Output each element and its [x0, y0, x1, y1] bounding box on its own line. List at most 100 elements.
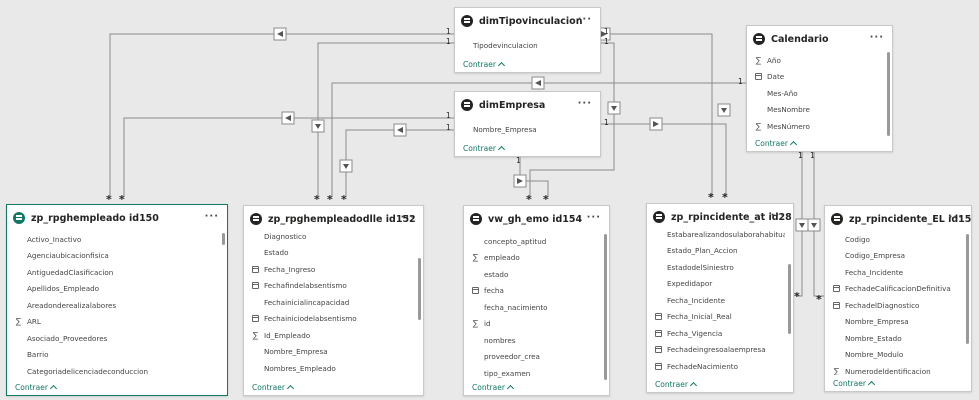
- collapse-button[interactable]: Contraer: [833, 379, 875, 389]
- field-row[interactable]: Mes-Año: [747, 85, 884, 102]
- more-options-icon[interactable]: ···: [578, 14, 592, 25]
- field-row[interactable]: FechadelDiagnostico: [825, 297, 963, 314]
- field-row[interactable]: Diagnostico: [244, 228, 415, 245]
- field-row[interactable]: Fecha_Vigencia: [647, 325, 785, 342]
- field-row[interactable]: Expedidapor: [647, 276, 785, 293]
- field-row[interactable]: Fecha_Incidente: [825, 264, 963, 281]
- table-card-incidente-at[interactable]: zp_rpincidente_at id28 ··· Estabarealiza…: [646, 203, 794, 393]
- field-row[interactable]: FechadeNacimiento: [647, 358, 785, 375]
- collapse-button[interactable]: Contraer: [655, 380, 697, 390]
- field-row[interactable]: Nombre_Modulo: [825, 347, 963, 364]
- scrollbar[interactable]: [788, 264, 791, 334]
- field-row[interactable]: Estabarealizandosulaborahabitual: [647, 226, 785, 243]
- field-row[interactable]: Fecha_Inicial_Real: [647, 309, 785, 326]
- collapse-button[interactable]: Contraer: [463, 144, 505, 154]
- field-row[interactable]: Codigo_Empresa: [825, 248, 963, 265]
- field-row[interactable]: AntiguedadClasificacion: [7, 264, 219, 281]
- field-row[interactable]: nombres: [464, 332, 601, 349]
- table-icon: [470, 213, 482, 225]
- field-row[interactable]: Barrio: [7, 347, 219, 364]
- field-row[interactable]: Codigo: [825, 231, 963, 248]
- field-row[interactable]: Activo_Inactivo: [7, 231, 219, 248]
- table-card-emo[interactable]: vw_gh_emo id154 ··· concepto_aptitud ∑ em…: [463, 205, 610, 396]
- field-row[interactable]: Nombre_Empresa: [244, 344, 415, 361]
- field-row[interactable]: proveedor_crea: [464, 349, 601, 366]
- table-header[interactable]: zp_rpghempleado id150: [7, 205, 227, 231]
- sum-icon: ∑: [472, 253, 479, 263]
- table-card-calendario[interactable]: Calendario ··· ∑ Año Date Mes-Año MesNomb…: [746, 25, 893, 152]
- scrollbar[interactable]: [966, 234, 969, 344]
- calendar-icon: [832, 284, 841, 293]
- field-row[interactable]: Nombre_Empresa: [455, 121, 600, 138]
- field-row[interactable]: ∑ id: [464, 316, 601, 333]
- table-card-empleado[interactable]: zp_rpghempleado id150 ··· Activo_Inactiv…: [6, 204, 228, 396]
- field-row[interactable]: Apellidos_Empleado: [7, 281, 219, 298]
- field-row[interactable]: ∑ ARL: [7, 314, 219, 331]
- table-title: zp_rpghempleado id150: [31, 212, 159, 224]
- field-row[interactable]: Nombre_Empresa: [825, 314, 963, 331]
- field-row[interactable]: Fechafindelabsentismo: [244, 278, 415, 295]
- field-row[interactable]: Fecha_Incidente: [647, 292, 785, 309]
- field-row[interactable]: concepto_aptitud: [464, 233, 601, 250]
- more-options-icon[interactable]: ···: [587, 212, 601, 223]
- field-row[interactable]: Fechainicialincapacidad: [244, 294, 415, 311]
- cardinality-one: 1: [810, 151, 815, 160]
- table-card-dimempresa[interactable]: dimEmpresa ··· Nombre_Empresa Contraer: [454, 91, 601, 157]
- field-row[interactable]: ∑ empleado: [464, 250, 601, 267]
- field-row[interactable]: EstadodelSiniestro: [647, 259, 785, 276]
- model-canvas[interactable]: 1 1 1 1 1 1 1 1 1 1 1 * * * * * * * * * …: [0, 0, 979, 400]
- cardinality-one: 1: [604, 37, 609, 46]
- more-options-icon[interactable]: ···: [401, 212, 415, 223]
- scrollbar[interactable]: [887, 52, 890, 136]
- field-row[interactable]: fecha: [464, 283, 601, 300]
- field-row[interactable]: Estado: [244, 245, 415, 262]
- calendar-icon: [654, 362, 663, 371]
- chevron-up-icon: [49, 384, 57, 393]
- field-row[interactable]: tipo_examen: [464, 365, 601, 379]
- field-row[interactable]: Date: [747, 69, 884, 86]
- field-row[interactable]: Nombres_Empleado: [244, 360, 415, 377]
- collapse-button[interactable]: Contraer: [463, 60, 505, 70]
- field-list: concepto_aptitud ∑ empleado estado fecha …: [464, 233, 601, 379]
- field-row[interactable]: Tipodevinculacion: [455, 37, 600, 54]
- field-row[interactable]: ∑ MesNúmero: [747, 118, 884, 131]
- table-card-dimtipovinculacion[interactable]: dimTipovinculacion ··· Tipodevinculacion…: [454, 7, 601, 73]
- collapse-button[interactable]: Contraer: [252, 383, 294, 393]
- field-list: Codigo Codigo_Empresa Fecha_Incidente Fe…: [825, 231, 963, 375]
- cardinality-one: 1: [446, 27, 451, 36]
- field-row[interactable]: fecha_nacimiento: [464, 299, 601, 316]
- scrollbar[interactable]: [604, 234, 607, 380]
- field-row[interactable]: FechadeCalificacionDefinitiva: [825, 281, 963, 298]
- field-row[interactable]: ∑ Id_Empleado: [244, 327, 415, 344]
- field-row[interactable]: Categoriadelicenciadeconduccion: [7, 363, 219, 379]
- field-row[interactable]: ∑ Numerodeldentificacion: [825, 363, 963, 375]
- calendar-icon: [654, 329, 663, 338]
- cardinality-one: 1: [738, 77, 743, 86]
- field-row[interactable]: Estado_Plan_Accion: [647, 243, 785, 260]
- collapse-button[interactable]: Contraer: [15, 383, 57, 393]
- field-row[interactable]: estado: [464, 266, 601, 283]
- field-row[interactable]: Fechadeingresoalaempresa: [647, 342, 785, 359]
- scrollbar[interactable]: [418, 258, 421, 320]
- field-row[interactable]: Agenciaubicacionfisica: [7, 248, 219, 265]
- collapse-button[interactable]: Contraer: [472, 383, 514, 393]
- field-row[interactable]: Fechainiciodelabsentismo: [244, 311, 415, 328]
- field-row[interactable]: Areadonderealizalabores: [7, 297, 219, 314]
- table-icon: [461, 15, 473, 27]
- scrollbar[interactable]: [222, 233, 225, 245]
- more-options-icon[interactable]: ···: [205, 211, 219, 222]
- more-options-icon[interactable]: ···: [771, 210, 785, 221]
- field-row[interactable]: Fecha_Ingreso: [244, 261, 415, 278]
- field-row[interactable]: ∑ Año: [747, 52, 884, 69]
- more-options-icon[interactable]: ···: [578, 98, 592, 109]
- more-options-icon[interactable]: ···: [870, 32, 884, 43]
- more-options-icon[interactable]: ···: [949, 212, 963, 223]
- chevron-up-icon: [286, 384, 294, 393]
- table-icon: [250, 213, 262, 225]
- table-card-empleadodetalle[interactable]: zp_rpghempleadodlle id152 ··· Diagnostic…: [243, 205, 424, 396]
- field-row[interactable]: MesNombre: [747, 102, 884, 119]
- table-card-incidente-el[interactable]: zp_rpincidente_EL id155 ··· Codigo Codig…: [824, 205, 972, 392]
- field-row[interactable]: Asociado_Proveedores: [7, 330, 219, 347]
- field-row[interactable]: Nombre_Estado: [825, 330, 963, 347]
- collapse-button[interactable]: Contraer: [755, 139, 797, 149]
